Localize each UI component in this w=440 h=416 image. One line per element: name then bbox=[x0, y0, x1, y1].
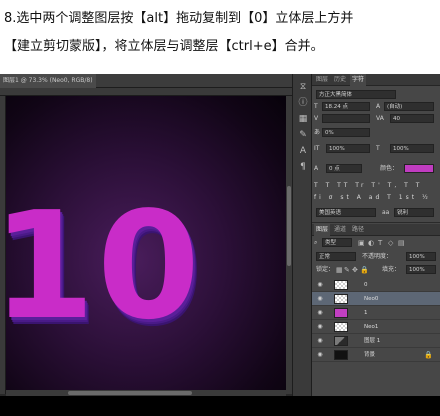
character-panel-tabs: 图层 历史 字符 bbox=[312, 74, 440, 86]
history-icon[interactable]: ⧖ bbox=[298, 82, 308, 92]
layer-thumbnail bbox=[334, 294, 348, 304]
kerning-icon: V bbox=[314, 115, 319, 122]
character-icon[interactable]: A bbox=[298, 146, 308, 156]
tab-layers[interactable]: 图层 bbox=[314, 224, 331, 236]
layers-panel-tabs: 图层 通道 路径 bbox=[312, 224, 440, 236]
layer-name: 1 bbox=[364, 310, 368, 316]
lock-all-icon[interactable]: 🔒 bbox=[360, 266, 369, 274]
tracking-icon: VA bbox=[376, 115, 384, 122]
layer-name: 0 bbox=[364, 282, 368, 288]
tab-history[interactable]: 历史 bbox=[332, 74, 348, 86]
antialias-icon: aa bbox=[382, 209, 390, 216]
filter-type-icon[interactable]: T bbox=[378, 239, 382, 247]
panel-icon-strip: ⧖ ⓘ ▦ ✎ A ¶ bbox=[292, 74, 312, 408]
layer-name: Neo1 bbox=[364, 324, 379, 330]
leading-field[interactable]: (自动) bbox=[384, 102, 434, 111]
filter-search-icon: ⌕ bbox=[314, 239, 318, 246]
horizontal-scale-icon: T bbox=[376, 145, 380, 152]
leading-icon: A bbox=[376, 103, 381, 110]
layer-name: Neo0 bbox=[364, 296, 379, 302]
layer-name: 背景 bbox=[364, 352, 376, 358]
tracking-field[interactable]: 40 bbox=[390, 114, 434, 123]
vertical-scroll-thumb[interactable] bbox=[287, 186, 291, 266]
layer-row[interactable]: ◉ 图层 1 bbox=[312, 334, 440, 348]
layer-thumbnail bbox=[334, 280, 348, 290]
font-family-select[interactable]: 方正大黑简体 bbox=[316, 90, 396, 99]
baseline-shift-icon: A bbox=[314, 165, 319, 172]
baseline-shift-field[interactable]: 0 点 bbox=[326, 164, 362, 173]
vertical-scale-icon: IT bbox=[314, 145, 320, 152]
blend-mode-select[interactable]: 正常 bbox=[316, 252, 356, 261]
tab-channels[interactable]: 通道 bbox=[332, 224, 348, 236]
language-select[interactable]: 美国英语 bbox=[316, 208, 376, 217]
visibility-eye-icon[interactable]: ◉ bbox=[316, 351, 324, 359]
document-tab-bar: 图层1 @ 73.3% (Neo0, RGB/8) bbox=[0, 74, 292, 88]
font-size-icon: T bbox=[314, 103, 318, 110]
filter-smart-object-icon[interactable]: ▤ bbox=[398, 239, 405, 247]
canvas-3d-text: 10 bbox=[6, 180, 202, 352]
text-color-swatch[interactable] bbox=[404, 164, 434, 173]
instruction-line-2: 【建立剪切蒙版】，将立体层与调整层【ctrl+e】合并。 bbox=[4, 39, 324, 54]
layer-row[interactable]: ◉ 0 bbox=[312, 278, 440, 292]
lock-label: 锁定： bbox=[316, 266, 335, 273]
opacity-label: 不透明度： bbox=[362, 253, 393, 260]
bottom-black-bar bbox=[0, 396, 440, 416]
horizontal-ruler bbox=[0, 88, 292, 96]
lock-position-icon[interactable]: ✥ bbox=[352, 266, 358, 274]
horizontal-scale-field[interactable]: 100% bbox=[390, 144, 434, 153]
info-icon[interactable]: ⓘ bbox=[298, 98, 308, 108]
tsume-field[interactable]: 0% bbox=[322, 128, 370, 137]
font-size-field[interactable]: 18.24 点 bbox=[322, 102, 370, 111]
lock-image-icon[interactable]: ✎ bbox=[344, 266, 350, 274]
layer-name: 图层 1 bbox=[364, 338, 381, 344]
visibility-eye-icon[interactable]: ◉ bbox=[316, 295, 324, 303]
opacity-field[interactable]: 100% bbox=[406, 252, 436, 261]
visibility-eye-icon[interactable]: ◉ bbox=[316, 309, 324, 317]
opentype-buttons[interactable]: fi σ st A ad T 1st ½ bbox=[314, 194, 438, 202]
visibility-eye-icon[interactable]: ◉ bbox=[316, 323, 324, 331]
layer-thumbnail bbox=[334, 336, 348, 346]
lock-icon: 🔒 bbox=[424, 351, 433, 359]
visibility-eye-icon[interactable]: ◉ bbox=[316, 281, 324, 289]
tab-paths[interactable]: 路径 bbox=[350, 224, 366, 236]
filter-shape-icon[interactable]: ◇ bbox=[388, 239, 393, 247]
swatches-icon[interactable]: ▦ bbox=[298, 114, 308, 124]
fill-label: 填充： bbox=[382, 266, 401, 273]
filter-adjustment-icon[interactable]: ◐ bbox=[368, 239, 374, 247]
layer-row[interactable]: ◉ 1 bbox=[312, 306, 440, 320]
tab-character[interactable]: 字符 bbox=[350, 74, 367, 86]
color-label: 颜色： bbox=[380, 165, 399, 172]
fill-field[interactable]: 100% bbox=[406, 265, 436, 274]
layer-row[interactable]: ◉ Neo1 bbox=[312, 320, 440, 334]
tab-layers-top[interactable]: 图层 bbox=[314, 74, 330, 86]
visibility-eye-icon[interactable]: ◉ bbox=[316, 337, 324, 345]
right-panels: 图层 历史 字符 方正大黑简体 T 18.24 点 A (自动) V VA 40… bbox=[312, 74, 440, 408]
document-tab[interactable]: 图层1 @ 73.3% (Neo0, RGB/8) bbox=[0, 74, 96, 88]
photoshop-screenshot: 图层1 @ 73.3% (Neo0, RGB/8) 10 ⧖ ⓘ ▦ ✎ A ¶… bbox=[0, 74, 440, 408]
vertical-scale-field[interactable]: 100% bbox=[326, 144, 370, 153]
antialias-select[interactable]: 锐利 bbox=[394, 208, 434, 217]
instruction-line-1: 8.选中两个调整图层按【alt】拖动复制到【0】立体层上方并 bbox=[4, 11, 354, 26]
text-style-buttons[interactable]: T T TT Tr T' T, T T bbox=[314, 182, 438, 190]
layer-thumbnail bbox=[334, 322, 348, 332]
paragraph-icon[interactable]: ¶ bbox=[298, 162, 308, 172]
scale-percent-icon: あ bbox=[314, 129, 321, 136]
layer-kind-filter[interactable]: 类型 bbox=[322, 238, 352, 247]
layer-row-selected[interactable]: ◉ Neo0 bbox=[312, 292, 440, 306]
layer-thumbnail bbox=[334, 350, 348, 360]
lock-transparent-icon[interactable]: ▦ bbox=[336, 266, 343, 274]
document-canvas[interactable]: 10 bbox=[6, 96, 286, 394]
layer-thumbnail bbox=[334, 308, 348, 318]
brush-icon[interactable]: ✎ bbox=[298, 130, 308, 140]
filter-pixel-icon[interactable]: ▣ bbox=[358, 239, 365, 247]
panel-divider bbox=[312, 222, 440, 223]
layer-row[interactable]: ◉ 背景 🔒 bbox=[312, 348, 440, 362]
horizontal-scroll-thumb[interactable] bbox=[68, 391, 192, 395]
kerning-field[interactable] bbox=[322, 114, 370, 123]
